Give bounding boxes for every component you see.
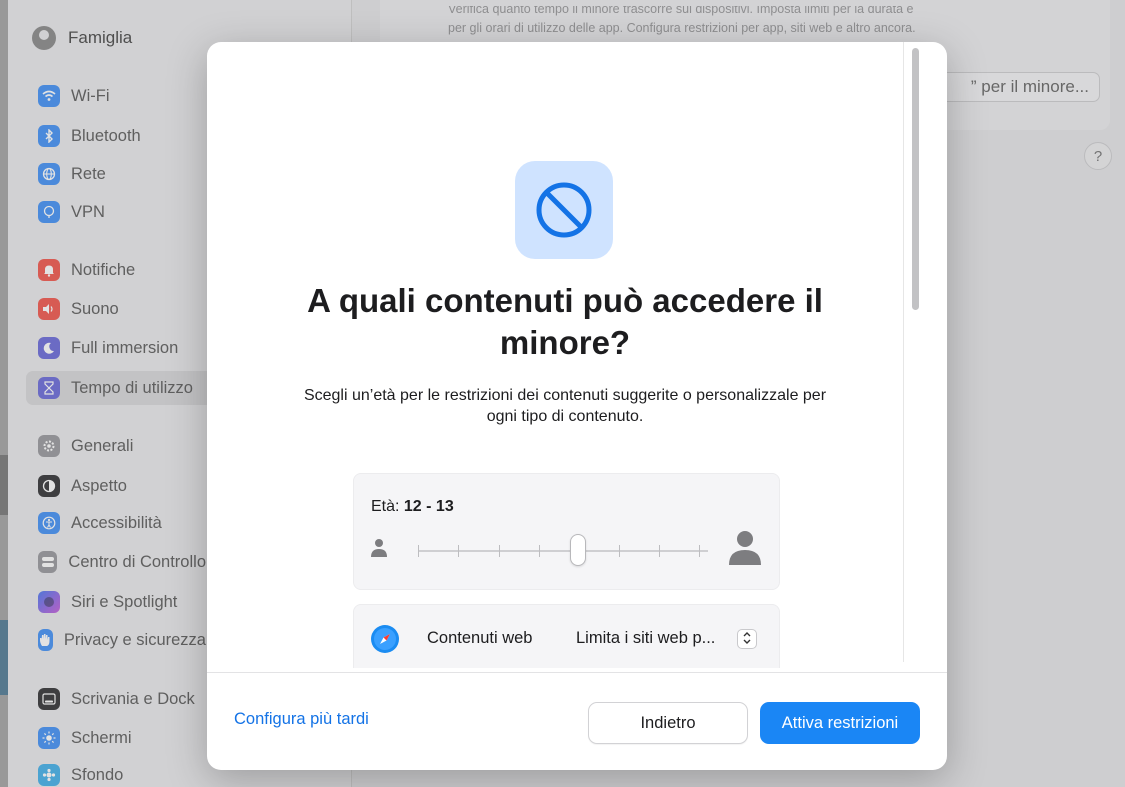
age-value: 12 - 13 (403, 498, 454, 515)
person-small-icon (371, 538, 387, 563)
enable-restrictions-button[interactable]: Attiva restrizioni (760, 702, 920, 744)
age-slider-thumb[interactable] (570, 534, 586, 566)
web-content-value[interactable]: Limita i siti web p... (576, 629, 715, 648)
footer-divider (207, 672, 947, 673)
content-restrictions-sheet: A quali contenuti può accedere il minore… (207, 42, 947, 770)
sheet-subtitle: Scegli un’età per le restrizioni dei con… (303, 387, 827, 425)
age-label: Età: 12 - 13 (371, 498, 454, 515)
safari-icon (371, 625, 399, 653)
person-large-icon (729, 530, 761, 571)
back-button[interactable]: Indietro (588, 702, 748, 744)
web-content-row: Contenuti web Limita i siti web p... (353, 604, 780, 668)
scrollbar-thumb[interactable] (912, 48, 919, 310)
age-slider[interactable] (418, 545, 708, 557)
web-content-label: Contenuti web (427, 629, 533, 647)
prohibited-icon (515, 161, 613, 259)
popup-chevron-icon[interactable] (737, 629, 757, 649)
configure-later-link[interactable]: Configura più tardi (234, 710, 369, 729)
age-selector: Età: 12 - 13 (353, 473, 780, 590)
sheet-title: A quali contenuti può accedere il minore… (307, 282, 823, 361)
